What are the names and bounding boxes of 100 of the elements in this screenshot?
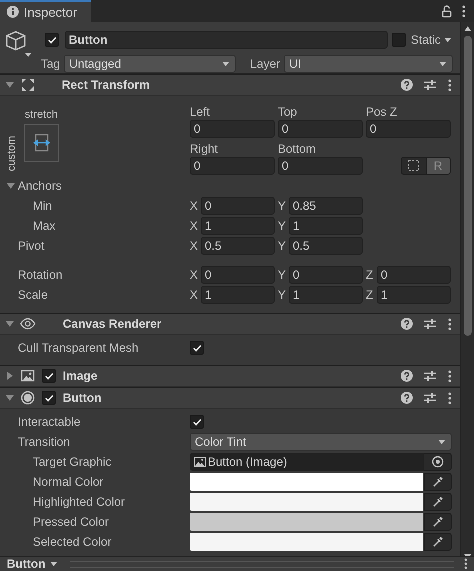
field-label: Layer bbox=[250, 57, 280, 71]
eyedropper-button[interactable] bbox=[424, 473, 452, 491]
static-checkbox[interactable] bbox=[392, 33, 406, 47]
help-icon[interactable] bbox=[401, 318, 413, 330]
number-field[interactable]: 0 bbox=[289, 266, 363, 284]
caret-icon bbox=[50, 561, 58, 567]
anchor-preset-button[interactable] bbox=[24, 124, 59, 162]
cube-icon[interactable] bbox=[5, 30, 33, 58]
number-field[interactable]: 0 bbox=[377, 266, 451, 284]
layer-dropdown[interactable]: UI bbox=[284, 55, 453, 73]
component-title: Image bbox=[63, 369, 98, 383]
lock-icon[interactable] bbox=[442, 4, 452, 18]
tag-dropdown[interactable]: Untagged bbox=[64, 55, 236, 73]
component-header[interactable]: Canvas Renderer bbox=[0, 314, 460, 335]
scroll-up-arrow-icon[interactable] bbox=[464, 26, 472, 32]
scrollbar-thumb[interactable] bbox=[464, 36, 472, 336]
help-icon[interactable] bbox=[401, 370, 413, 382]
menu-icon[interactable] bbox=[448, 78, 452, 92]
number-field[interactable]: 0.5 bbox=[201, 237, 275, 255]
field-label: Scale bbox=[18, 288, 50, 302]
checkbox[interactable] bbox=[190, 415, 204, 429]
caret-icon bbox=[438, 439, 446, 445]
color-field[interactable] bbox=[190, 493, 423, 511]
field-label: Highlighted Color bbox=[32, 495, 126, 509]
caret-icon bbox=[444, 37, 452, 43]
active-checkbox[interactable] bbox=[45, 33, 59, 47]
eyedropper-icon bbox=[432, 536, 444, 548]
eyedropper-icon bbox=[432, 516, 444, 528]
axis-label: Y bbox=[278, 239, 288, 253]
component-header[interactable]: Rect Transform bbox=[0, 75, 460, 96]
blueprint-button[interactable] bbox=[401, 157, 426, 175]
number-field[interactable]: 1 bbox=[201, 217, 275, 235]
image-icon bbox=[21, 370, 35, 382]
number-field[interactable]: 1 bbox=[377, 286, 451, 304]
menu-icon[interactable] bbox=[448, 318, 452, 330]
color-field[interactable] bbox=[190, 533, 423, 551]
component-header[interactable]: Image bbox=[0, 366, 460, 387]
foldout-arrow-icon[interactable] bbox=[5, 80, 15, 90]
resize-handle[interactable] bbox=[70, 560, 454, 568]
caret-icon bbox=[222, 61, 230, 67]
circle-dot-icon bbox=[21, 391, 35, 405]
number-field[interactable]: 0 bbox=[201, 266, 275, 284]
info-icon bbox=[7, 6, 19, 18]
preview-dropdown[interactable]: Button bbox=[7, 557, 58, 571]
number-field[interactable]: 0 bbox=[278, 120, 363, 138]
inspector-tab[interactable]: Inspector bbox=[0, 0, 91, 22]
axis-label: X bbox=[190, 288, 200, 302]
menu-icon[interactable] bbox=[448, 370, 452, 382]
color-field[interactable] bbox=[190, 513, 423, 531]
axis-label: X bbox=[190, 219, 200, 233]
number-field[interactable]: 0 bbox=[190, 120, 275, 138]
name-field[interactable]: Button bbox=[65, 31, 388, 49]
field-label: Max bbox=[32, 219, 57, 233]
menu-icon[interactable] bbox=[462, 4, 466, 18]
number-field[interactable]: 0.85 bbox=[289, 197, 363, 215]
dropdown[interactable]: Color Tint bbox=[190, 433, 452, 451]
foldout-arrow-icon[interactable] bbox=[6, 181, 16, 191]
object-picker-button[interactable] bbox=[424, 453, 452, 471]
enable-checkbox[interactable] bbox=[42, 391, 56, 405]
eyedropper-button[interactable] bbox=[424, 513, 452, 531]
help-icon[interactable] bbox=[401, 79, 413, 91]
number-field[interactable]: 0 bbox=[366, 120, 451, 138]
target-icon bbox=[432, 456, 444, 468]
static-dropdown[interactable]: Static bbox=[410, 33, 452, 47]
field-label: Tag bbox=[41, 57, 60, 71]
number-field[interactable]: 0 bbox=[201, 197, 275, 215]
presets-icon[interactable] bbox=[424, 79, 436, 91]
number-field[interactable]: 1 bbox=[289, 217, 363, 235]
eyedropper-button[interactable] bbox=[424, 493, 452, 511]
presets-icon[interactable] bbox=[424, 392, 436, 404]
component-title: Button bbox=[63, 391, 102, 405]
enable-checkbox[interactable] bbox=[42, 369, 56, 383]
foldout-arrow-icon[interactable] bbox=[5, 393, 15, 403]
checkbox[interactable] bbox=[190, 341, 204, 355]
field-label: Min bbox=[32, 199, 54, 213]
eyedropper-icon bbox=[432, 476, 444, 488]
number-field[interactable]: 0 bbox=[190, 157, 275, 175]
number-field[interactable]: 1 bbox=[289, 286, 363, 304]
number-field[interactable]: 1 bbox=[201, 286, 275, 304]
foldout-arrow-icon[interactable] bbox=[5, 371, 15, 381]
component-header[interactable]: Button bbox=[0, 388, 460, 409]
axis-label: X bbox=[190, 199, 200, 213]
number-field[interactable]: 0.5 bbox=[289, 237, 363, 255]
component-title: Rect Transform bbox=[62, 78, 150, 92]
field-label: Pos Z bbox=[366, 105, 398, 120]
object-field[interactable]: Button (Image) bbox=[190, 453, 424, 471]
caret-icon bbox=[439, 61, 447, 67]
menu-icon[interactable] bbox=[464, 558, 468, 570]
field-label: Bottom bbox=[278, 142, 318, 157]
eyedropper-button[interactable] bbox=[424, 533, 452, 551]
field-label: Top bbox=[278, 105, 298, 120]
number-field[interactable]: 0 bbox=[278, 157, 363, 175]
axis-label: Y bbox=[278, 219, 288, 233]
presets-icon[interactable] bbox=[424, 318, 436, 330]
field-label: Cull Transparent Mesh bbox=[18, 341, 140, 355]
foldout-arrow-icon[interactable] bbox=[5, 319, 15, 329]
color-field[interactable] bbox=[190, 473, 423, 491]
presets-icon[interactable] bbox=[424, 370, 436, 382]
help-icon[interactable] bbox=[401, 392, 413, 404]
menu-icon[interactable] bbox=[448, 392, 452, 404]
